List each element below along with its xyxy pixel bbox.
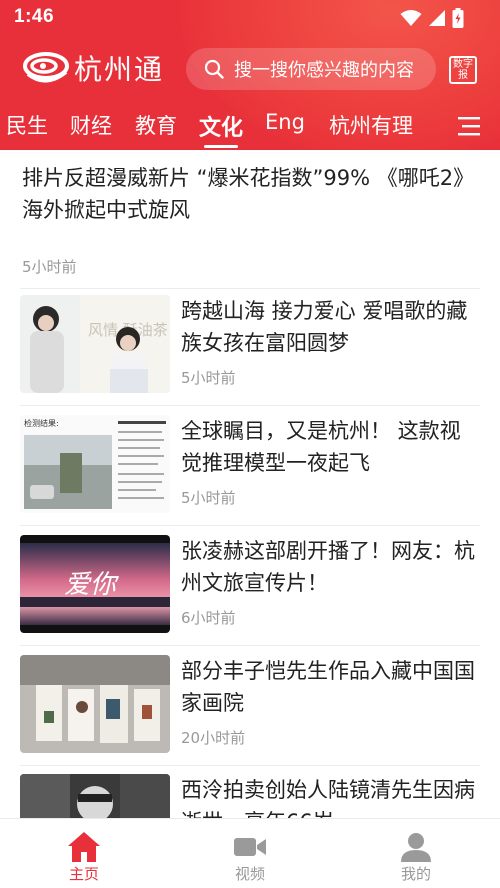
- article-title: 跨越山海 接力爱心 爱唱歌的藏族女孩在富阳圆梦: [181, 299, 468, 355]
- nav-home-label: 主页: [68, 865, 99, 883]
- wifi-icon: [400, 10, 422, 26]
- article-title: 部分丰子恺先生作品入藏中国国家画院: [181, 659, 475, 715]
- profile-icon: [401, 833, 431, 862]
- divider: [20, 765, 480, 766]
- status-icons: [400, 8, 464, 28]
- logo-text: 杭州通: [74, 53, 165, 86]
- list-item[interactable]: 风情 酥油茶 跨越山海 接力爱心 爱唱歌的藏族女孩在富阳圆梦 5小时前: [20, 295, 480, 415]
- battery-icon: [452, 8, 464, 28]
- article-time: 5小时前: [181, 369, 236, 387]
- video-icon: [234, 838, 266, 856]
- article-time: 5小时前: [181, 489, 236, 507]
- article-thumbnail: [20, 774, 170, 818]
- article-thumbnail: 风情 酥油茶: [20, 295, 170, 393]
- list-item[interactable]: 检测结果: 全球瞩目，又是杭州！ 这款视觉推理模型一夜起飞 5小时前: [20, 415, 480, 535]
- logo-swirl-icon: [23, 52, 69, 83]
- status-bar: 1:46: [0, 0, 500, 36]
- channel-menu-icon[interactable]: [458, 116, 480, 136]
- article-thumbnail: 检测结果:: [20, 415, 170, 513]
- article-thumbnail: 爱你: [20, 535, 170, 633]
- article-title: 张凌赫这部剧开播了！网友：杭州文旅宣传片！: [181, 539, 475, 595]
- home-icon: [68, 832, 100, 862]
- status-time: 1:46: [14, 6, 55, 27]
- nav-profile-label: 我的: [400, 865, 431, 883]
- list-item[interactable]: 部分丰子恺先生作品入藏中国国家画院 20小时前: [20, 655, 480, 775]
- tab-culture[interactable]: 文化: [199, 110, 243, 142]
- top-story-time: 5小时前: [22, 258, 77, 276]
- nav-video-label: 视频: [234, 865, 265, 883]
- tab-hangzhou-youli[interactable]: 杭州有理: [329, 110, 413, 140]
- app-header: 1:46 杭州通 搜一搜你感兴趣的内容 数字报 民生 财经 教育 文化 Eng …: [0, 0, 500, 150]
- thumb-title-text: 爱你: [64, 570, 120, 600]
- app-logo[interactable]: 杭州通: [22, 48, 164, 88]
- bottom-navigation: 主页 视频 我的: [0, 818, 500, 888]
- top-story[interactable]: 排片反超漫威新片 “爆米花指数”99% 《哪吒2》海外掀起中式旋风 5小时前: [0, 150, 500, 288]
- divider: [20, 525, 480, 526]
- active-tab-indicator: [204, 145, 238, 148]
- tab-minsheng[interactable]: 民生: [6, 110, 48, 140]
- channel-tabs: 民生 财经 教育 文化 Eng 杭州有理: [0, 100, 500, 150]
- news-list[interactable]: 排片反超漫威新片 “爆米花指数”99% 《哪吒2》海外掀起中式旋风 5小时前 风…: [0, 150, 500, 818]
- article-time: 6小时前: [181, 609, 236, 627]
- top-story-title: 排片反超漫威新片 “爆米花指数”99% 《哪吒2》海外掀起中式旋风: [22, 166, 475, 222]
- list-item[interactable]: 爱你 张凌赫这部剧开播了！网友：杭州文旅宣传片！ 6小时前: [20, 535, 480, 655]
- article-title: 全球瞩目，又是杭州！ 这款视觉推理模型一夜起飞: [181, 419, 461, 475]
- divider: [20, 645, 480, 646]
- tab-finance[interactable]: 财经: [70, 110, 112, 140]
- search-icon: [204, 59, 224, 79]
- nav-profile[interactable]: 我的: [356, 819, 476, 888]
- divider: [20, 405, 480, 406]
- article-thumbnail: [20, 655, 170, 753]
- list-item[interactable]: 西泠拍卖创始人陆镜清先生因病逝世，享年66岁: [20, 774, 480, 818]
- article-title: 西泠拍卖创始人陆镜清先生因病逝世，享年66岁: [181, 778, 475, 818]
- search-placeholder: 搜一搜你感兴趣的内容: [234, 60, 414, 81]
- article-time: 20小时前: [181, 729, 246, 747]
- tab-education[interactable]: 教育: [135, 110, 177, 140]
- thumb-doc-text: 检测结果:: [24, 418, 59, 428]
- search-bar[interactable]: 搜一搜你感兴趣的内容: [186, 48, 436, 90]
- divider: [20, 288, 480, 289]
- newspaper-label: 数字报: [453, 59, 473, 81]
- signal-icon: [429, 10, 445, 26]
- digital-newspaper-button[interactable]: 数字报: [449, 56, 477, 84]
- top-bar: 杭州通 搜一搜你感兴趣的内容 数字报: [0, 44, 500, 94]
- tab-english[interactable]: Eng: [265, 110, 305, 134]
- nav-video[interactable]: 视频: [190, 819, 310, 888]
- nav-home[interactable]: 主页: [24, 819, 144, 888]
